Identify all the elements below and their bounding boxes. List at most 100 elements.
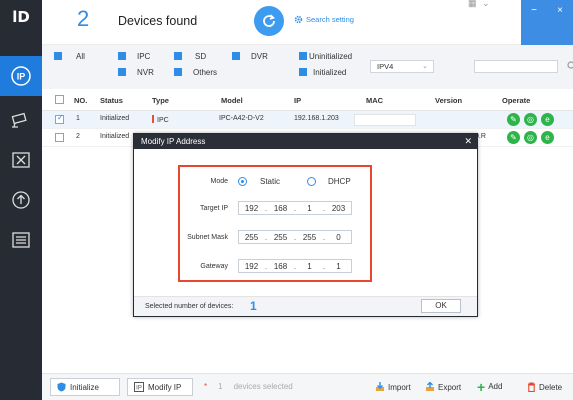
delete-label: Delete [539,382,563,392]
row-operations: ✎ ◎ e [507,131,554,144]
target-ip-input[interactable]: 192. 168. 1. 203 [238,201,352,215]
table-row[interactable]: 1 Initialized IPC IPC-A42-D-V2 192.168.1… [42,111,573,129]
ip-octet[interactable]: 255 [239,233,264,242]
gateway-input[interactable]: 192. 168. 1. 1 [238,259,352,273]
browser-icon[interactable]: e [541,113,554,126]
modify-ip-label: Modify IP [148,382,182,392]
import-label: Import [388,382,411,392]
svg-text:IP: IP [136,386,142,392]
refresh-button[interactable] [254,6,284,36]
row-type-label: IPC [157,117,169,124]
dialog-footer: Selected number of devices: 1 OK [134,296,477,316]
ip-octet[interactable]: 1 [297,262,322,271]
browser-icon[interactable]: e [541,131,554,144]
static-label: Static [260,177,281,186]
filter-ipc-checkbox[interactable] [118,52,126,60]
sidebar-item-docs[interactable] [0,220,42,260]
delete-button[interactable]: Delete [527,382,562,392]
col-ip: IP [294,96,302,105]
device-count: 2 [77,6,90,31]
web-icon[interactable]: ◎ [524,113,537,126]
ip-octet[interactable]: 192 [239,262,264,271]
dhcp-radio[interactable] [307,177,316,186]
add-label: Add [488,382,503,391]
target-ip-row: Target IP 192. 168. 1. 203 [180,201,374,217]
search-setting-link[interactable]: Search setting [294,15,354,24]
sidebar-item-camera[interactable] [0,100,42,140]
filter-dvr-checkbox[interactable] [232,52,240,60]
filter-all-checkbox[interactable] [54,52,62,60]
row-mac [354,114,416,126]
export-button[interactable]: Export [425,382,461,392]
chevron-down-icon: ⌄ [422,63,428,70]
import-button[interactable]: Import [375,382,411,392]
sidebar-item-tools[interactable] [0,140,42,180]
sidebar-item-ip-config[interactable]: IP [0,56,42,96]
modify-ip-button[interactable]: IP Modify IP [127,378,193,396]
initialize-button[interactable]: Initialize [50,378,120,396]
filter-sd-label: SD [195,52,207,61]
filter-sd-checkbox[interactable] [174,52,182,60]
search-input[interactable] [474,60,558,73]
filter-uninitialized-checkbox[interactable] [299,52,307,60]
gear-icon [294,15,303,24]
filter-initialized-checkbox[interactable] [299,68,307,76]
ip-octet[interactable]: 203 [326,204,351,213]
col-operate: Operate [502,96,531,105]
selected-devices-label: Selected number of devices: [145,303,234,310]
camera-icon [11,112,27,128]
row-type: IPC [152,115,169,124]
filter-others-checkbox[interactable] [174,68,182,76]
upload-icon [12,191,30,209]
web-icon[interactable]: ◎ [524,131,537,144]
static-radio[interactable] [238,177,247,186]
export-icon [426,382,434,391]
shield-icon [57,382,66,392]
export-label: Export [438,382,462,392]
add-button[interactable]: + Add [477,380,503,394]
dialog-title: Modify IP Address [141,137,206,146]
edit-icon[interactable]: ✎ [507,131,520,144]
search-setting-label: Search setting [306,15,354,24]
close-icon[interactable]: × [557,5,563,16]
tools-icon [12,152,30,168]
window-controls: − × [521,0,573,45]
ip-octet[interactable]: 255 [297,233,322,242]
col-status: Status [100,96,123,105]
minimize-icon[interactable]: − [531,5,537,16]
row-checkbox[interactable] [55,133,64,142]
chevron-down-icon[interactable]: ⌄ [482,0,490,8]
ip-octet[interactable]: 168 [268,262,293,271]
row-checkbox[interactable] [55,113,64,124]
filter-nvr-label: NVR [137,68,154,77]
ip-edit-icon: IP [134,382,144,392]
ip-version-value: IPV4 [377,62,394,71]
devices-selected-label: devices selected [233,382,293,391]
modify-ip-dialog: Modify IP Address ✕ Mode Static DHCP Tar… [133,133,478,317]
sidebar-item-upgrade[interactable] [0,180,42,220]
subnet-mask-input[interactable]: 255. 255. 255. 0 [238,230,352,244]
edit-icon[interactable]: ✎ [507,113,520,126]
row-model: IPC-A42-D-V2 [219,115,264,122]
grid-icon[interactable]: ▦ [468,0,477,8]
filter-nvr-checkbox[interactable] [118,68,126,76]
row-status: Initialized [100,115,130,122]
search-icon[interactable] [567,61,573,73]
header: 2 Devices found Search setting ▦ ⌄ − × [42,0,573,45]
col-mac: MAC [366,96,384,105]
import-icon [376,382,384,391]
filter-initialized-label: Initialized [313,68,347,77]
select-all-checkbox[interactable] [55,95,64,104]
ip-octet[interactable]: 168 [268,204,293,213]
ip-version-select[interactable]: IPV4 ⌄ [370,60,434,73]
ip-octet[interactable]: 0 [326,233,351,242]
ip-octet[interactable]: 1 [326,262,351,271]
selected-star: * [204,382,208,391]
ip-octet[interactable]: 1 [297,204,322,213]
ip-octet[interactable]: 192 [239,204,264,213]
close-icon[interactable]: ✕ [464,134,472,149]
filter-others-label: Others [193,68,218,77]
ok-button[interactable]: OK [421,299,461,313]
ip-octet[interactable]: 255 [268,233,293,242]
subnet-mask-label: Subnet Mask [187,234,228,241]
